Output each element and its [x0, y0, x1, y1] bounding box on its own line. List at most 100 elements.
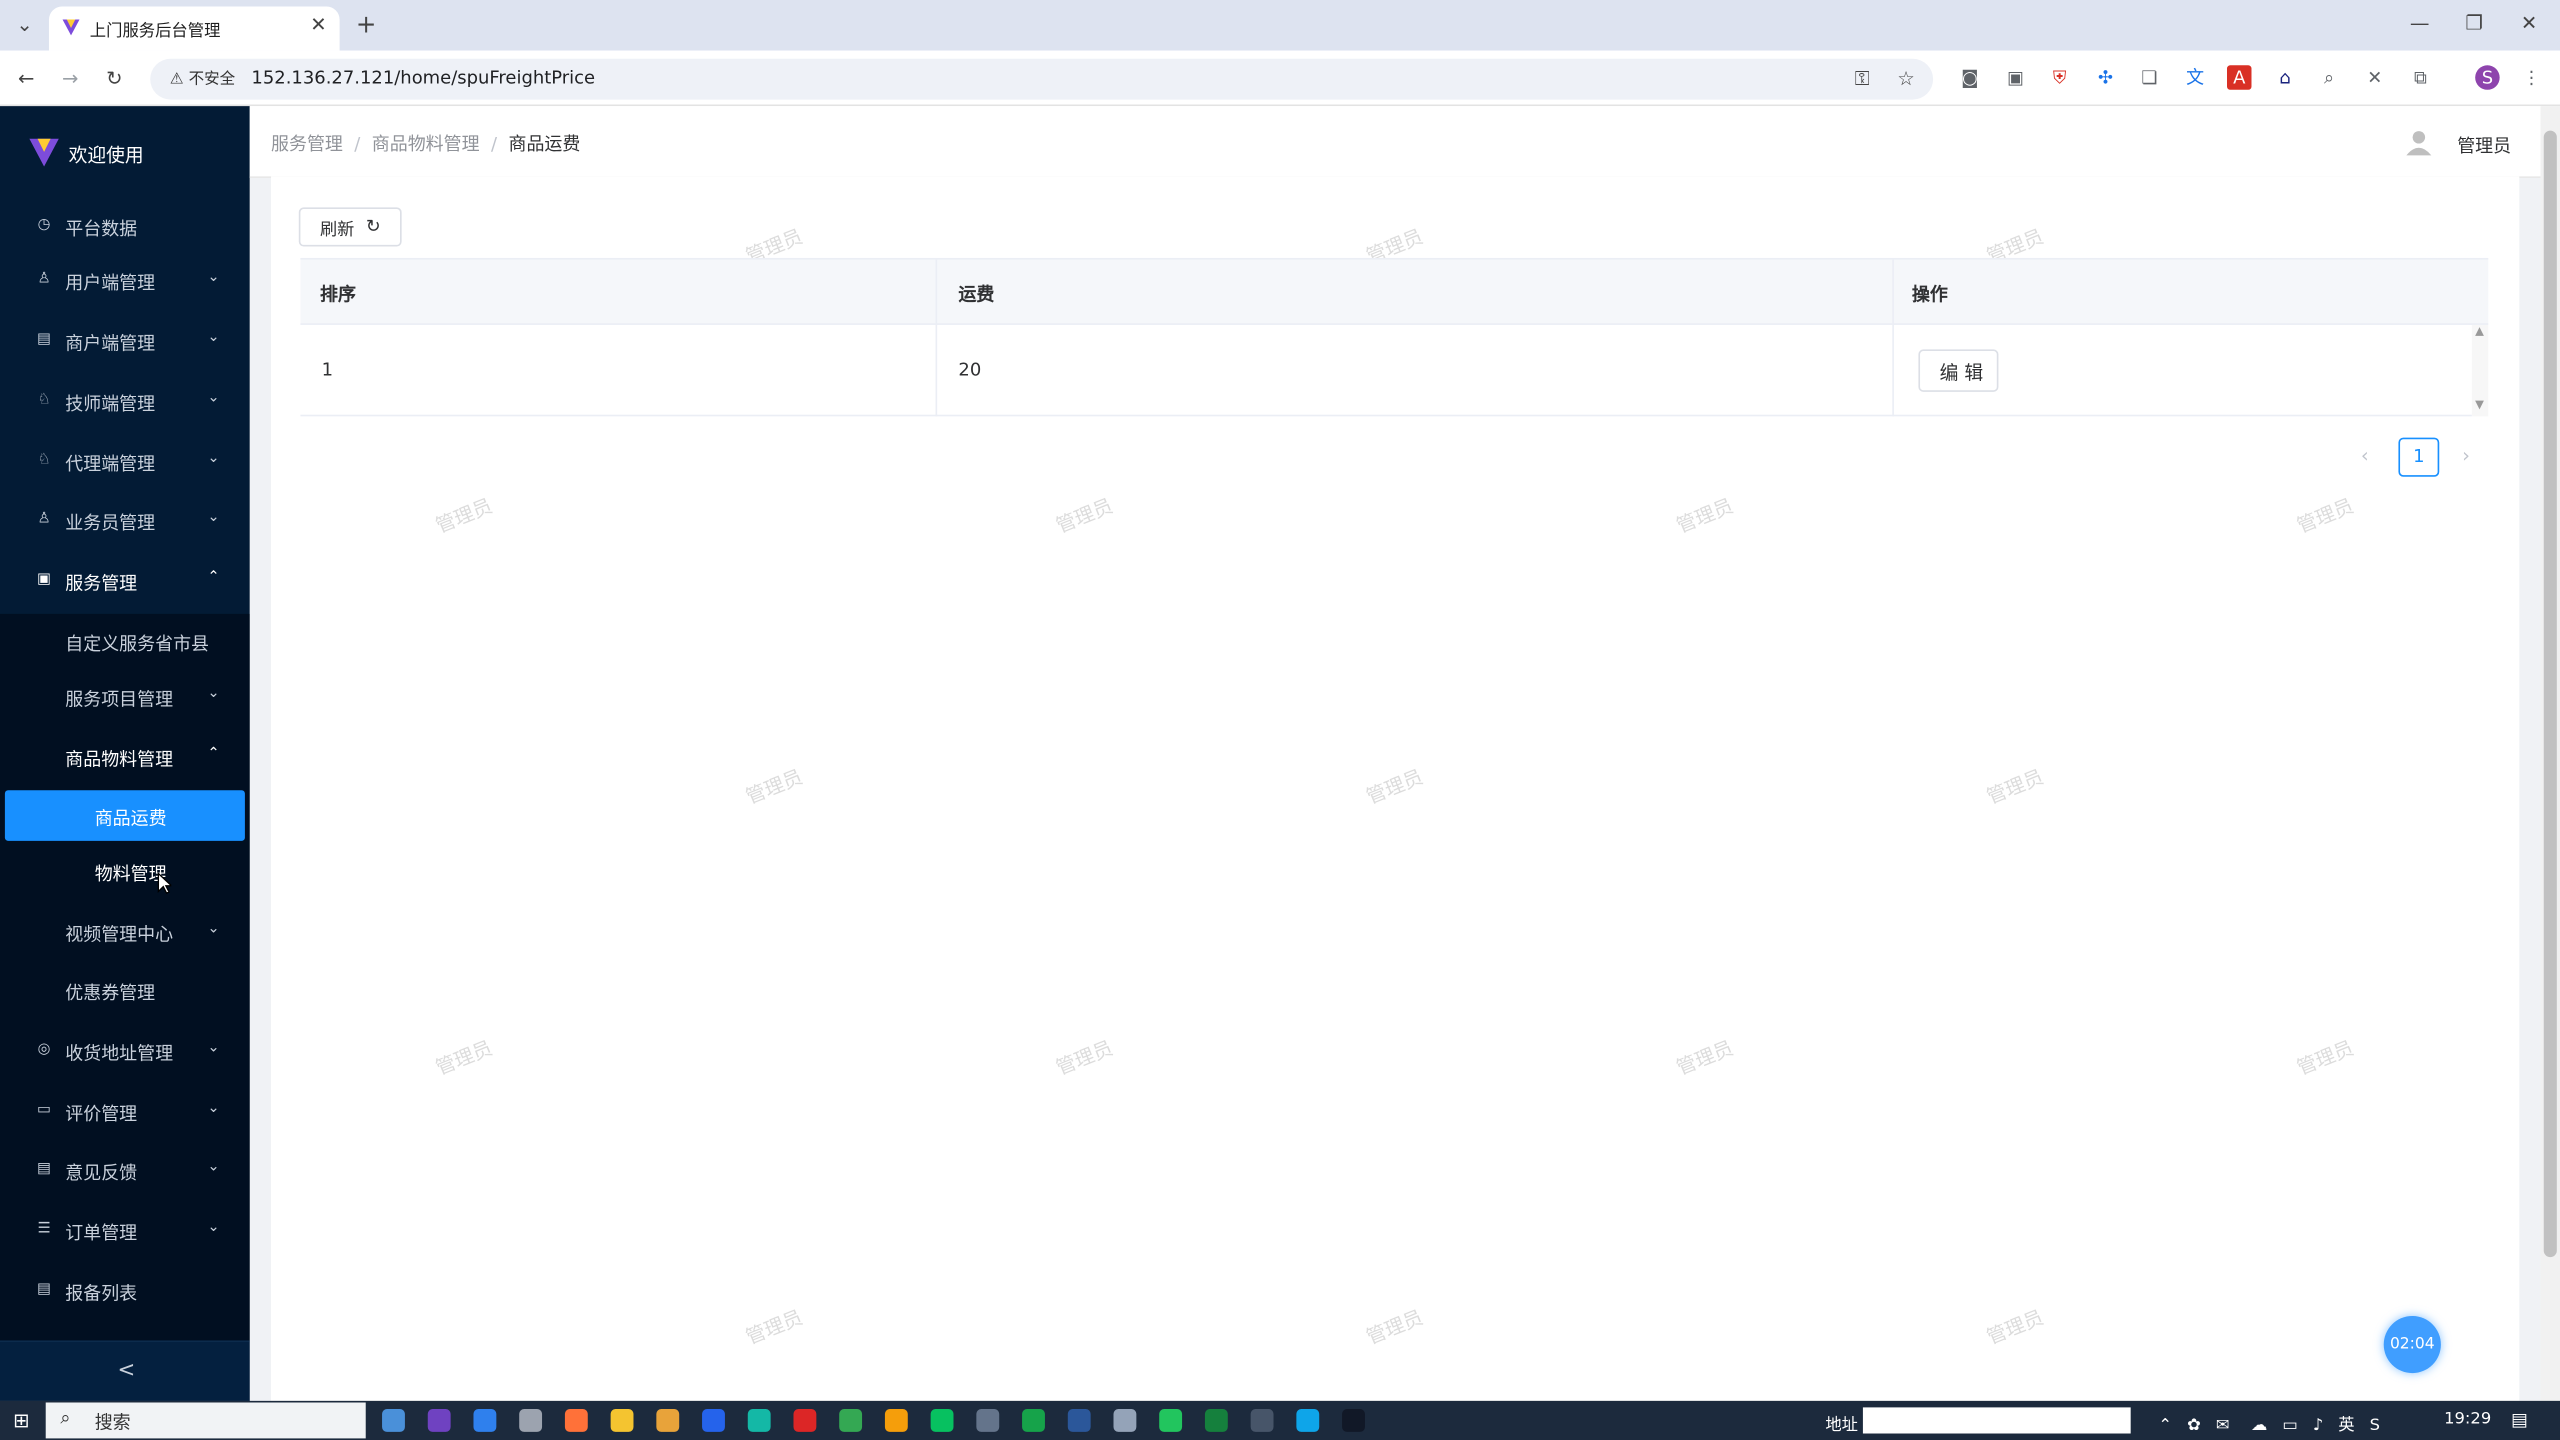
terminal-icon[interactable]: [1342, 1409, 1365, 1432]
sidebar-item-material[interactable]: 物料管理: [0, 842, 250, 901]
tab-close-icon[interactable]: ✕: [310, 13, 326, 36]
next-page-icon[interactable]: ›: [2462, 444, 2470, 467]
sidebar-item-label: 优惠券管理: [65, 982, 156, 1005]
taskbar-app-icon[interactable]: [747, 1409, 771, 1432]
sidebar-item-agent-management[interactable]: ♘ 代理端管理 ⌄: [0, 433, 250, 492]
sidebar-item-video-center[interactable]: 视频管理中心 ⌄: [0, 903, 250, 962]
restore-icon[interactable]: ❐: [2465, 13, 2483, 33]
sidebar-item-goods-material[interactable]: 商品物料管理 ⌃: [0, 728, 250, 787]
volume-icon[interactable]: ♪: [2313, 1417, 2323, 1435]
breadcrumb-item[interactable]: 商品物料管理: [372, 134, 480, 155]
refresh-button[interactable]: 刷新 ↻: [298, 207, 402, 247]
profile-avatar[interactable]: S: [2475, 65, 2500, 90]
firefox-icon[interactable]: [564, 1409, 588, 1432]
tray-expand-icon[interactable]: ⌃: [2158, 1417, 2172, 1435]
security-warning[interactable]: ⚠ 不安全: [160, 65, 245, 93]
taskbar-app-icon[interactable]: [793, 1409, 817, 1432]
sidebar-item-reviews[interactable]: ▭ 评价管理 ⌄: [0, 1082, 250, 1141]
technician-icon: ♘: [37, 391, 51, 409]
network-icon[interactable]: ▭: [2282, 1417, 2297, 1435]
taskbar-app-icon[interactable]: [976, 1409, 1000, 1432]
sidebar-item-feedback[interactable]: ▤ 意见反馈 ⌄: [0, 1141, 250, 1200]
sidebar-collapse-button[interactable]: <: [0, 1340, 250, 1401]
tray-cloud-icon[interactable]: ☁: [2251, 1417, 2267, 1435]
sidebar-item-freight-active[interactable]: 商品运费: [4, 790, 245, 841]
taskbar-app-icon[interactable]: [702, 1409, 725, 1432]
input-method-icon[interactable]: S: [2370, 1417, 2380, 1435]
pdf-extension-icon[interactable]: A: [2227, 65, 2252, 90]
edit-button[interactable]: 编 辑: [1918, 349, 1999, 392]
user-name[interactable]: 管理员: [2457, 132, 2511, 158]
taskbar-app-icon[interactable]: [1250, 1409, 1274, 1432]
sidebar-item-label: 商品物料管理: [65, 749, 174, 771]
windows-start-icon[interactable]: ⊞: [13, 1409, 29, 1432]
zoom-extension-icon[interactable]: ⌕: [2317, 65, 2341, 89]
taskbar-app-icon[interactable]: [427, 1409, 451, 1432]
sidebar-item-service-management[interactable]: ▣ 服务管理 ⌃: [0, 552, 250, 611]
forward-icon[interactable]: →: [62, 69, 78, 89]
minimize-icon[interactable]: —: [2410, 13, 2430, 33]
network-extension-icon[interactable]: ✣: [2093, 65, 2117, 89]
user-avatar-icon[interactable]: [2405, 129, 2433, 157]
x-extension-icon[interactable]: ✕: [2363, 65, 2387, 89]
sidebar-item-report-list[interactable]: ▤ 报备列表: [0, 1262, 250, 1321]
taskbar-app-icon[interactable]: [473, 1409, 497, 1432]
chrome-icon[interactable]: [839, 1409, 863, 1432]
breadcrumb-item[interactable]: 服务管理: [271, 134, 343, 155]
sidebar-item-coupons[interactable]: 优惠券管理: [0, 962, 250, 1021]
taskbar-clock[interactable]: 19:29: [2444, 1411, 2491, 1429]
sidebar-item-address[interactable]: ◎ 收货地址管理 ⌄: [0, 1022, 250, 1081]
taskbar-app-icon[interactable]: [1159, 1409, 1183, 1432]
sidebar-item-merchant-management[interactable]: ▤ 商户端管理 ⌄: [0, 312, 250, 371]
sidebar-item-orders[interactable]: ☰ 订单管理 ⌄: [0, 1202, 250, 1261]
system-tray: ⌃ ✿ ✉ ☁ ▭ ♪ 英 S: [2158, 1411, 2380, 1435]
taskbar-search[interactable]: ⌕ 搜索: [45, 1402, 366, 1439]
taskbar-app-icon[interactable]: [1204, 1409, 1228, 1432]
taskbar-app-icon[interactable]: [1113, 1409, 1137, 1432]
back-icon[interactable]: ←: [18, 69, 34, 89]
sidebar-item-custom-region[interactable]: 自定义服务省市县: [0, 612, 250, 671]
reload-icon[interactable]: ↻: [106, 69, 122, 89]
page-number-current[interactable]: 1: [2398, 437, 2440, 477]
bookmark-star-icon[interactable]: ☆: [1897, 69, 1915, 89]
floating-timer[interactable]: 02:04: [2383, 1315, 2441, 1374]
address-bar[interactable]: ⚠ 不安全 152.136.27.121/home/spuFreightPric…: [150, 58, 1934, 100]
tab-search-icon[interactable]: ⌄: [16, 15, 32, 35]
sidebar-item-label: 意见反馈: [65, 1162, 138, 1184]
sidebar-item-user-management[interactable]: ♙ 用户端管理 ⌄: [0, 251, 250, 310]
window-close-icon[interactable]: ✕: [2521, 13, 2537, 33]
taskbar-app-icon[interactable]: [1022, 1409, 1045, 1432]
word-icon[interactable]: [1067, 1409, 1091, 1432]
prev-page-icon[interactable]: ‹: [2361, 444, 2369, 467]
taskbar-app-icon[interactable]: [382, 1409, 405, 1432]
screenshot-icon[interactable]: ◙: [1958, 65, 1982, 89]
browser-menu-icon[interactable]: ⋮: [2519, 65, 2543, 89]
notification-extension-icon[interactable]: ⌂: [2273, 65, 2297, 89]
taskbar-address-input[interactable]: [1862, 1407, 2131, 1434]
new-tab-icon[interactable]: +: [356, 12, 377, 37]
wechat-icon[interactable]: [930, 1409, 954, 1432]
collapse-arrow-icon: <: [117, 1358, 136, 1383]
sidebar-item-salesman-management[interactable]: ♙ 业务员管理 ⌄: [0, 491, 250, 550]
sidebar-item-service-projects[interactable]: 服务项目管理 ⌄: [0, 668, 250, 727]
table-scrollbar[interactable]: ▲ ▼: [2471, 324, 2489, 417]
shield-extension-icon[interactable]: ⛨: [2047, 65, 2071, 89]
notification-icon[interactable]: ▤: [2511, 1409, 2528, 1430]
image-extension-icon[interactable]: ▣: [2003, 65, 2027, 89]
taskbar-app-icon[interactable]: [1296, 1409, 1320, 1432]
sidebar-item-platform-data[interactable]: ◷ 平台数据: [0, 198, 250, 257]
password-key-icon[interactable]: ⚿: [1855, 69, 1870, 89]
tray-app-icon[interactable]: ✿: [2187, 1417, 2201, 1435]
file-explorer-icon[interactable]: [610, 1409, 634, 1432]
copy-extension-icon[interactable]: ❏: [2137, 65, 2161, 89]
taskbar-app-icon[interactable]: [884, 1409, 908, 1432]
page-scrollbar-thumb[interactable]: [2543, 130, 2557, 1258]
translate-icon[interactable]: 文: [2183, 65, 2207, 89]
extensions-puzzle-icon[interactable]: ⧉: [2408, 65, 2432, 89]
ime-indicator[interactable]: 英: [2338, 1417, 2354, 1435]
taskbar-app-icon[interactable]: [519, 1409, 543, 1432]
browser-tab[interactable]: 上门服务后台管理 ✕: [48, 6, 340, 51]
tray-wechat-icon[interactable]: ✉: [2216, 1417, 2230, 1435]
sidebar-item-technician-management[interactable]: ♘ 技师端管理 ⌄: [0, 372, 250, 431]
taskbar-app-icon[interactable]: [656, 1409, 680, 1432]
